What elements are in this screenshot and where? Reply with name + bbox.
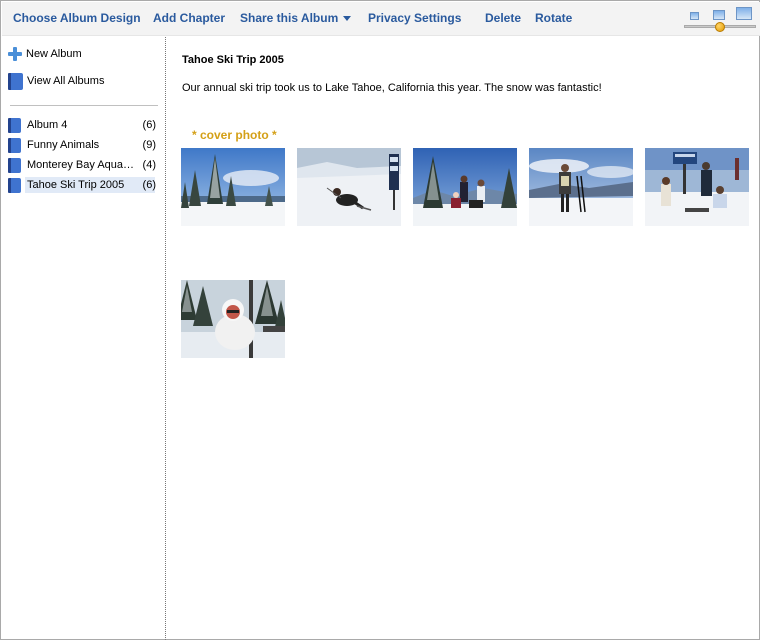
- privacy-settings-button[interactable]: Privacy Settings: [368, 11, 461, 25]
- slider-knob[interactable]: [715, 22, 725, 32]
- small-thumbnail-icon[interactable]: [690, 12, 699, 20]
- album-description[interactable]: Our annual ski trip took us to Lake Taho…: [182, 82, 602, 94]
- sidebar-item-tahoe-ski-trip-2005[interactable]: Tahoe Ski Trip 2005 (6): [8, 176, 158, 194]
- large-thumbnail-icon[interactable]: [736, 7, 752, 20]
- photo-thumbnail[interactable]: [181, 280, 285, 358]
- chairlift-photo: [181, 280, 285, 358]
- new-album-button[interactable]: New Album: [8, 45, 82, 63]
- album-count: (6): [142, 119, 156, 131]
- view-all-albums-button[interactable]: View All Albums: [8, 72, 104, 90]
- photo-thumbnail[interactable]: [413, 148, 517, 226]
- cover-photo-label: * cover photo *: [192, 128, 277, 142]
- album-window: Choose Album Design Add Chapter Share th…: [0, 0, 760, 640]
- album-name: Album 4: [27, 119, 68, 131]
- photo-thumbnail[interactable]: [645, 148, 749, 226]
- add-chapter-button[interactable]: Add Chapter: [153, 11, 225, 25]
- album-book-icon: [8, 117, 21, 133]
- thumbnail-size-control: [684, 6, 756, 34]
- toolbar: Choose Album Design Add Chapter Share th…: [2, 2, 760, 36]
- album-name: Monterey Bay Aquarium: [27, 159, 136, 171]
- album-count: (9): [142, 139, 156, 151]
- album-book-icon: [8, 177, 21, 193]
- plus-icon: [8, 47, 22, 61]
- album-book-icon: [8, 72, 23, 90]
- album-name: Tahoe Ski Trip 2005: [25, 177, 155, 193]
- album-count: (6): [142, 179, 156, 191]
- delete-button[interactable]: Delete: [485, 11, 521, 25]
- choose-album-design-button[interactable]: Choose Album Design: [13, 11, 141, 25]
- group-snow-photo: [413, 148, 517, 226]
- share-album-menu[interactable]: Share this Album: [240, 11, 352, 25]
- medium-thumbnail-icon[interactable]: [713, 10, 725, 20]
- new-album-label: New Album: [26, 48, 82, 60]
- family-sign-photo: [645, 148, 749, 226]
- album-book-icon: [8, 157, 21, 173]
- photo-thumbnail[interactable]: [529, 148, 633, 226]
- album-count: (4): [142, 159, 156, 171]
- skier-standing-photo: [529, 148, 633, 226]
- album-content: Tahoe Ski Trip 2005 Our annual ski trip …: [167, 37, 760, 640]
- rotate-button[interactable]: Rotate: [535, 11, 572, 25]
- sidebar-divider: [10, 105, 158, 106]
- photo-thumbnail[interactable]: [297, 148, 401, 226]
- chevron-down-icon: [343, 16, 352, 22]
- pane-divider[interactable]: [165, 37, 166, 640]
- sidebar-item-monterey-bay-aquarium[interactable]: Monterey Bay Aquarium (4): [8, 156, 158, 174]
- photo-thumbnail[interactable]: [181, 148, 285, 226]
- view-all-albums-label: View All Albums: [27, 75, 105, 87]
- snowy-trees-photo: [181, 148, 285, 226]
- share-album-label: Share this Album: [240, 11, 339, 25]
- skier-fallen-photo: [297, 148, 401, 226]
- album-name: Funny Animals: [27, 139, 100, 151]
- sidebar-item-album-4[interactable]: Album 4 (6): [8, 116, 158, 134]
- album-title[interactable]: Tahoe Ski Trip 2005: [182, 54, 284, 66]
- sidebar-item-funny-animals[interactable]: Funny Animals (9): [8, 136, 158, 154]
- sidebar: New Album View All Albums Album 4 (6) Fu…: [2, 37, 165, 640]
- album-book-icon: [8, 137, 21, 153]
